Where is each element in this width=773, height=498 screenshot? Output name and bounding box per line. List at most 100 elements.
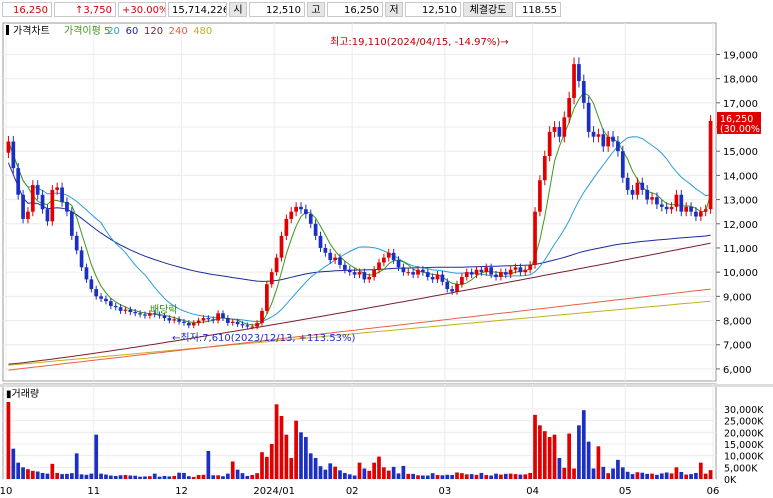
volume-bar: [669, 473, 674, 479]
volume-bar: [230, 461, 235, 479]
volume-bar: [664, 472, 669, 479]
candle-body: [318, 235, 323, 248]
candle-body: [201, 318, 206, 321]
candle-body: [343, 264, 347, 270]
candle-body: [177, 319, 181, 322]
volume-bar: [513, 474, 518, 479]
volume-bar: [328, 463, 333, 479]
candle-body: [406, 272, 411, 274]
quote-bar: 16,250 ↑3,750 +30.00% 15,714,226 시 12,51…: [0, 0, 773, 20]
candle-body: [30, 185, 35, 212]
candle-body: [708, 120, 713, 210]
candle-body: [206, 318, 211, 320]
candle-body: [411, 272, 415, 275]
volume-bar: [240, 473, 245, 479]
candle-body: [35, 185, 40, 195]
candle-body: [396, 260, 401, 268]
volume-bar: [152, 473, 157, 479]
candle-body: [377, 262, 381, 270]
volume-bar: [703, 473, 708, 479]
volume-bar: [216, 475, 220, 479]
volume-bar: [304, 437, 308, 479]
candle-body: [518, 267, 523, 273]
volume-bar: [60, 474, 64, 479]
candle-body: [60, 187, 64, 202]
volume-bar: [372, 462, 376, 479]
volume-bar: [455, 472, 459, 479]
candle-body: [186, 322, 191, 326]
volume-bar: [591, 468, 596, 479]
candle-body: [503, 272, 508, 275]
volume-bar: [269, 444, 274, 479]
legend-marker: [6, 25, 9, 35]
candle-body: [308, 214, 313, 224]
volume-bar: [26, 469, 30, 479]
volume-bar: [518, 474, 523, 479]
candle-body: [484, 267, 489, 273]
candle-body: [347, 269, 352, 273]
date-tick-label: 04: [526, 486, 539, 497]
volume-bar: [499, 474, 503, 479]
volume-bar: [406, 473, 411, 479]
volume-bar: [386, 470, 391, 479]
volume-bar: [177, 472, 181, 479]
last-price-rate: (30.00%): [720, 124, 764, 135]
candle-body: [104, 298, 108, 302]
candle-body: [84, 267, 89, 280]
volume-bar: [352, 475, 357, 479]
volume-tick-label: 5,000K: [724, 463, 758, 474]
candle-body: [133, 312, 138, 314]
volume-bar: [260, 452, 264, 479]
volume-bar: [284, 434, 289, 479]
candle-body: [211, 319, 216, 321]
candle-body: [469, 272, 474, 275]
high-annotation: 최고:19,110(2024/04/15, -14.97%)→: [330, 36, 509, 48]
candle-body: [123, 309, 128, 311]
volume-bar: [235, 469, 240, 479]
legend-item: 120: [144, 26, 163, 37]
candle-body: [289, 211, 294, 219]
candle-body: [494, 274, 498, 277]
candle-body: [635, 182, 640, 195]
volume-bar: [182, 472, 186, 479]
stock-chart[interactable]: 19,00018,00017,00016,00015,00014,00013,0…: [0, 19, 773, 498]
candle-body: [94, 289, 99, 297]
candle-body: [401, 267, 406, 273]
price-tick-label: 15,000: [723, 147, 758, 158]
volume-bar: [265, 456, 269, 479]
candle-body: [167, 318, 172, 321]
candle-body: [118, 307, 123, 311]
volume-bar: [343, 472, 347, 479]
volume-bar: [411, 473, 415, 479]
volume-bar: [645, 473, 650, 479]
volume-bar: [606, 473, 611, 479]
candle-body: [606, 136, 611, 147]
candle-body: [89, 279, 94, 290]
volume-bar: [89, 473, 94, 479]
candle-body: [338, 257, 342, 265]
open-value: 12,510: [249, 2, 305, 17]
volume-bar: [367, 470, 372, 479]
volume-bar: [484, 475, 489, 479]
candle-body: [586, 102, 591, 132]
candle-body: [499, 272, 503, 277]
volume-bar: [245, 475, 250, 479]
candle-body: [372, 269, 376, 277]
volume-bar: [611, 468, 615, 479]
candle-body: [689, 206, 693, 212]
volume-tick-label: 10,000K: [724, 452, 764, 463]
date-tick-label: 12: [175, 486, 188, 497]
candle-body: [323, 247, 328, 253]
candle-body: [357, 272, 362, 275]
volume-bar: [523, 474, 528, 479]
volume-bar: [313, 458, 318, 479]
volume-bar: [674, 467, 679, 479]
volume-bar: [11, 448, 16, 479]
low-annotation: ←최저:7,610(2023/12/13, +113.53%): [172, 332, 356, 344]
volume-bar: [69, 473, 74, 479]
current-price: 16,250: [2, 2, 52, 17]
volume-bar: [679, 472, 684, 479]
candle-body: [464, 272, 469, 277]
candle-body: [391, 252, 396, 261]
candle-body: [489, 267, 494, 275]
